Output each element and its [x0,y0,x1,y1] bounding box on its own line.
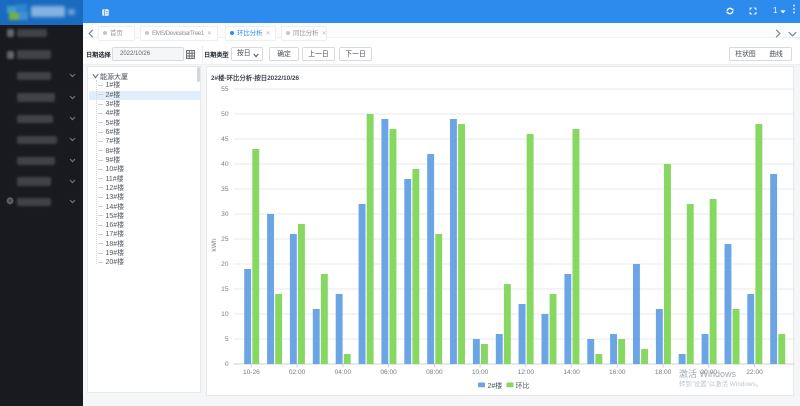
svg-text:22:00: 22:00 [746,369,763,376]
svg-text:04:00: 04:00 [335,369,352,376]
svg-text:08:00: 08:00 [426,369,443,376]
svg-text:55: 55 [221,86,229,93]
svg-text:50: 50 [221,111,229,118]
svg-text:0: 0 [225,361,229,368]
svg-text:环比: 环比 [516,381,530,390]
svg-text:45: 45 [221,136,229,143]
svg-text:2#楼: 2#楼 [488,381,503,390]
svg-text:10: 10 [221,311,229,318]
svg-text:12:00: 12:00 [518,369,535,376]
svg-text:16:00: 16:00 [609,369,626,376]
svg-text:10:00: 10:00 [472,369,489,376]
svg-text:5: 5 [225,336,229,343]
svg-text:40: 40 [221,161,229,168]
svg-text:30: 30 [221,211,229,218]
svg-text:35: 35 [221,186,229,193]
svg-text:02:00: 02:00 [289,369,306,376]
svg-text:10-26: 10-26 [243,369,260,376]
svg-text:06:00: 06:00 [380,369,397,376]
svg-text:kWh: kWh [211,238,218,252]
svg-text:18:00: 18:00 [655,369,672,376]
svg-text:15: 15 [221,286,229,293]
svg-text:14:00: 14:00 [563,369,580,376]
svg-text:20: 20 [221,261,229,268]
svg-text:25: 25 [221,236,229,243]
